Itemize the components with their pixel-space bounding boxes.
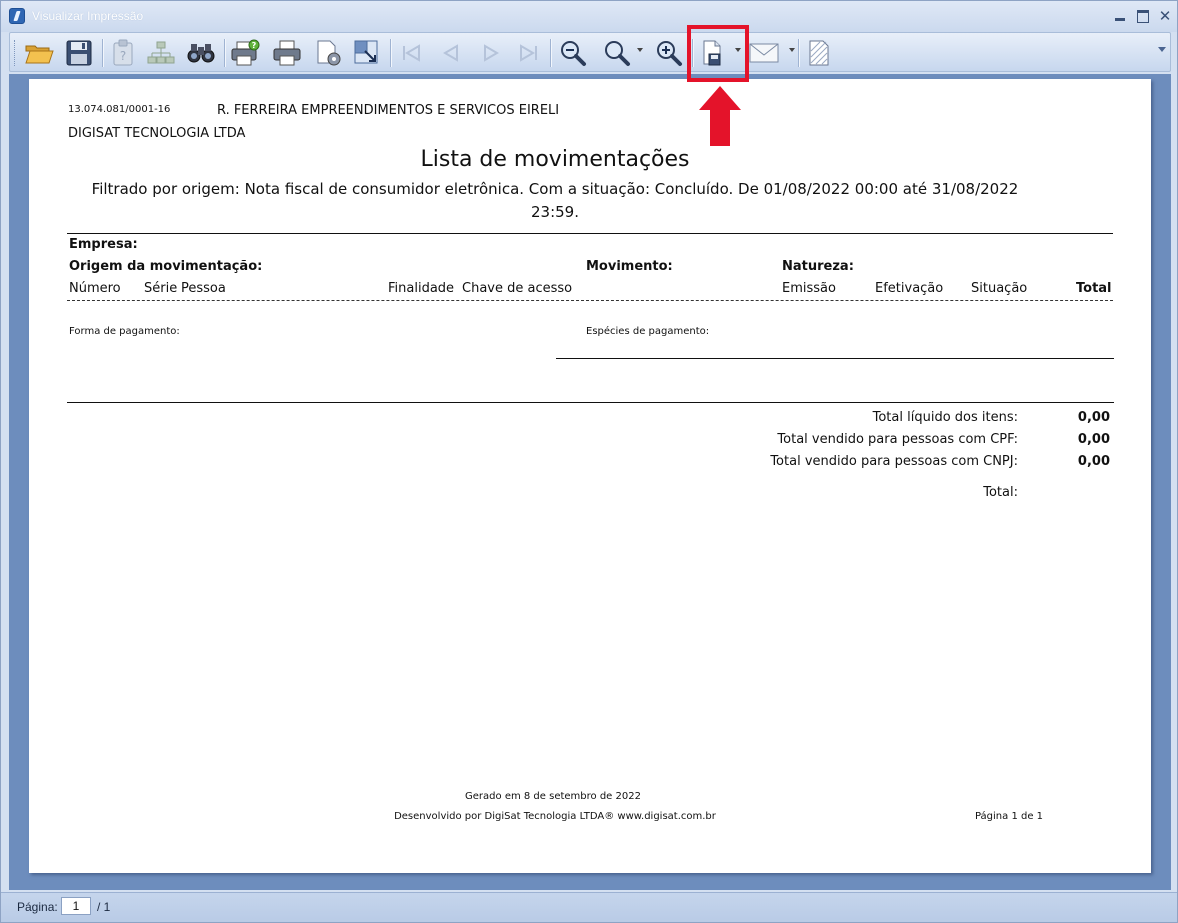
close-button[interactable]: ✕ bbox=[1156, 7, 1174, 25]
empresa-header: Empresa: bbox=[69, 237, 138, 252]
scale-button[interactable] bbox=[350, 37, 384, 69]
watermark-button[interactable] bbox=[802, 37, 836, 69]
report-page: 13.074.081/0001-16 R. FERREIRA EMPREENDI… bbox=[29, 79, 1151, 873]
col-total: Total bbox=[1076, 281, 1112, 296]
send-email-button[interactable] bbox=[747, 37, 781, 69]
col-numero: Número bbox=[69, 281, 121, 296]
divider bbox=[67, 402, 1114, 403]
especies-pagamento-label: Espécies de pagamento: bbox=[586, 326, 710, 337]
filter-description: Filtrado por origem: Nota fiscal de cons… bbox=[91, 180, 1019, 198]
divider bbox=[67, 233, 1113, 234]
toolbar-separator bbox=[550, 39, 551, 67]
page-info: Página 1 de 1 bbox=[974, 811, 1044, 822]
binoculars-icon bbox=[187, 44, 215, 63]
origem-header: Origem da movimentação: bbox=[69, 259, 263, 274]
toolbar-grip[interactable] bbox=[14, 40, 17, 66]
open-button[interactable] bbox=[22, 37, 56, 69]
zoom-out-icon bbox=[561, 41, 586, 66]
zoom-out-button[interactable] bbox=[556, 37, 590, 69]
col-emissao: Emissão bbox=[782, 281, 836, 296]
parameters-button[interactable]: ? bbox=[106, 37, 140, 69]
toolbar-overflow-button[interactable] bbox=[1158, 47, 1166, 52]
svg-text:?: ? bbox=[252, 41, 257, 50]
previous-page-button[interactable] bbox=[434, 37, 468, 69]
total-label: Total: bbox=[983, 485, 1018, 500]
quick-print-button[interactable]: ? bbox=[228, 37, 262, 69]
first-page-icon bbox=[403, 44, 420, 62]
print-button[interactable] bbox=[270, 37, 304, 69]
envelope-icon bbox=[749, 43, 779, 63]
status-bar: Página: 1 / 1 bbox=[1, 892, 1177, 922]
document-map-button[interactable] bbox=[144, 37, 178, 69]
title-bar[interactable]: Visualizar Impressão ✕ bbox=[1, 1, 1177, 32]
watermark-icon bbox=[809, 40, 829, 66]
preview-area[interactable]: 13.074.081/0001-16 R. FERREIRA EMPREENDI… bbox=[9, 74, 1171, 890]
total-cnpj-label: Total vendido para pessoas com CNPJ: bbox=[770, 454, 1018, 469]
zoom-in-button[interactable] bbox=[652, 37, 686, 69]
red-arrow-icon bbox=[699, 86, 741, 146]
toolbar: ? ? bbox=[9, 32, 1171, 72]
previous-page-icon bbox=[443, 44, 458, 62]
last-page-button[interactable] bbox=[512, 37, 546, 69]
natureza-header: Natureza: bbox=[782, 259, 854, 274]
developed-by: Desenvolvido por DigiSat Tecnologia LTDA… bbox=[394, 811, 716, 822]
last-page-icon bbox=[520, 44, 537, 62]
printer-check-icon: ? bbox=[231, 39, 260, 66]
folder-open-icon bbox=[25, 45, 54, 64]
page-total: / 1 bbox=[97, 900, 111, 914]
print-preview-window: Visualizar Impressão ✕ ? ? 13.074.081/00… bbox=[0, 0, 1178, 923]
email-dropdown-arrow[interactable] bbox=[789, 48, 795, 52]
total-liquido-label: Total líquido dos itens: bbox=[872, 410, 1018, 425]
page-label: Página: bbox=[17, 900, 58, 914]
col-pessoa: Pessoa bbox=[181, 281, 226, 296]
save-button[interactable] bbox=[62, 37, 96, 69]
col-chave-acesso: Chave de acesso bbox=[462, 281, 573, 296]
company-name: R. FERREIRA EMPREENDIMENTOS E SERVICOS E… bbox=[217, 103, 560, 118]
next-page-button[interactable] bbox=[474, 37, 508, 69]
next-page-icon bbox=[484, 44, 499, 62]
maximize-button[interactable] bbox=[1134, 7, 1152, 25]
total-cpf-value: 0,00 bbox=[1077, 432, 1110, 447]
first-page-button[interactable] bbox=[394, 37, 428, 69]
find-button[interactable] bbox=[184, 37, 218, 69]
zoom-button[interactable] bbox=[600, 37, 634, 69]
dashed-divider bbox=[67, 300, 1113, 301]
toolbar-separator bbox=[798, 39, 799, 67]
developer-company: DIGISAT TECNOLOGIA LTDA bbox=[68, 126, 246, 141]
floppy-disk-icon bbox=[66, 40, 92, 66]
col-finalidade: Finalidade bbox=[388, 281, 455, 296]
clipboard-icon: ? bbox=[113, 39, 133, 66]
zoom-in-icon bbox=[657, 41, 682, 66]
toolbar-separator bbox=[102, 39, 103, 67]
hierarchy-icon bbox=[147, 41, 175, 64]
movimento-header: Movimento: bbox=[586, 259, 673, 274]
zoom-dropdown-arrow[interactable] bbox=[637, 48, 643, 52]
col-serie: Série bbox=[144, 281, 178, 296]
divider bbox=[556, 358, 1114, 359]
magnifier-icon bbox=[605, 41, 630, 66]
report-title: Lista de movimentações bbox=[420, 147, 690, 172]
toolbar-separator bbox=[390, 39, 391, 67]
app-logo-icon bbox=[9, 8, 25, 24]
total-liquido-value: 0,00 bbox=[1077, 410, 1110, 425]
toolbar-separator bbox=[224, 39, 225, 67]
total-cnpj-value: 0,00 bbox=[1077, 454, 1110, 469]
page-number-input[interactable]: 1 bbox=[61, 897, 91, 915]
svg-text:?: ? bbox=[120, 49, 126, 63]
page-arrow-icon bbox=[354, 40, 378, 64]
highlight-box bbox=[687, 25, 749, 82]
cnpj: 13.074.081/0001-16 bbox=[68, 104, 171, 115]
col-situacao: Situação bbox=[971, 281, 1028, 296]
minimize-button[interactable] bbox=[1111, 7, 1129, 25]
page-gear-icon bbox=[317, 40, 341, 66]
total-cpf-label: Total vendido para pessoas com CPF: bbox=[777, 432, 1018, 447]
page-setup-button[interactable] bbox=[312, 37, 346, 69]
generated-date: Gerado em 8 de setembro de 2022 bbox=[465, 791, 641, 802]
window-title: Visualizar Impressão bbox=[32, 9, 144, 23]
col-efetivacao: Efetivação bbox=[875, 281, 944, 296]
forma-pagamento-label: Forma de pagamento: bbox=[69, 326, 180, 337]
filter-description-cont: 23:59. bbox=[531, 203, 579, 221]
printer-icon bbox=[273, 40, 301, 66]
